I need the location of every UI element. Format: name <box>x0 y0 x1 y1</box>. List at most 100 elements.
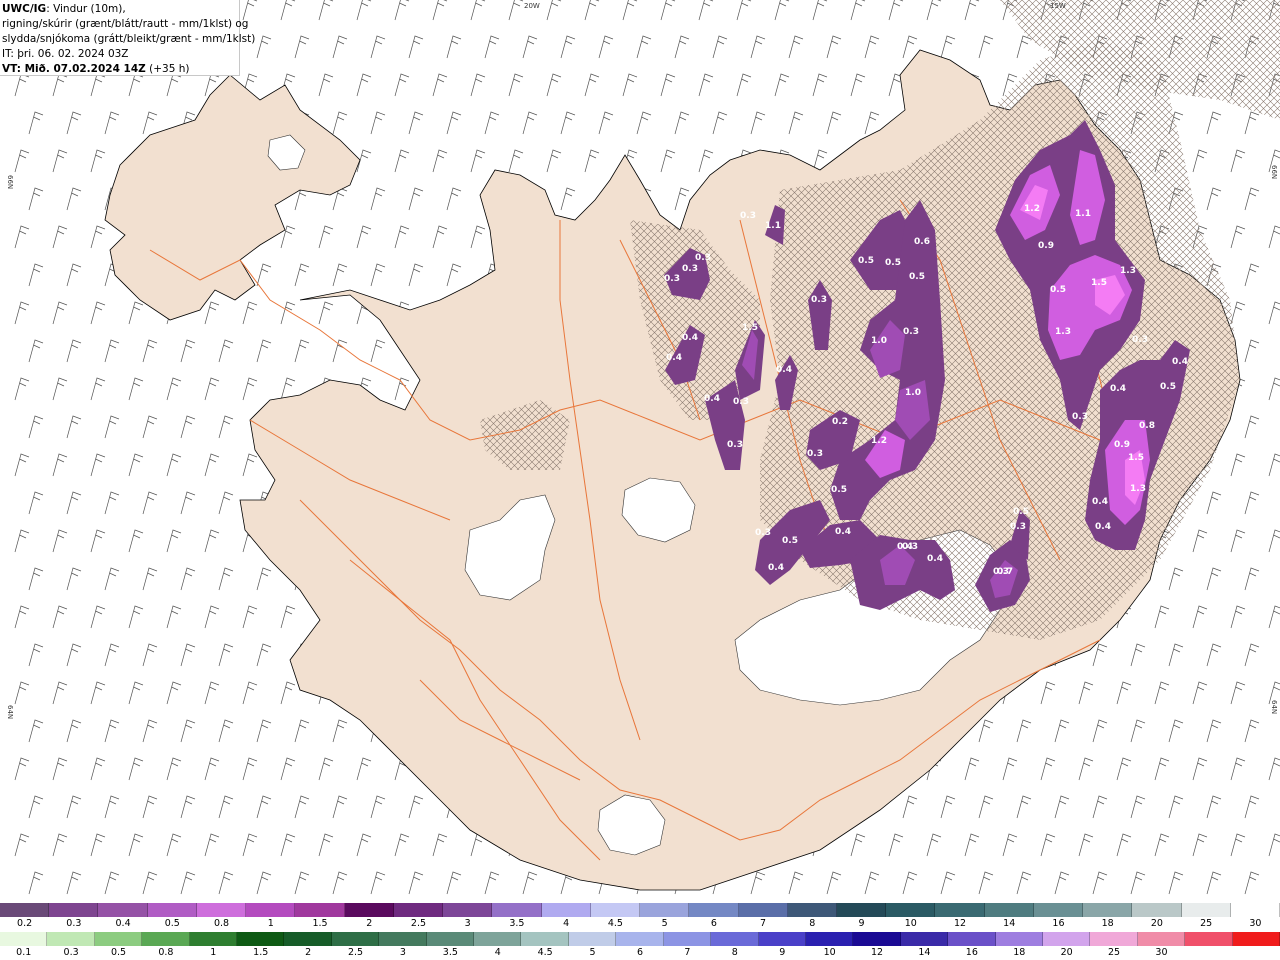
precip-value-label: 0.5 <box>1050 285 1066 295</box>
precip-value-label: 0.5 <box>885 258 901 268</box>
precip-value-label: 0.3 <box>903 327 919 337</box>
rain-legend-label: 7 <box>684 947 691 958</box>
rain-legend-label: 12 <box>870 947 884 958</box>
precip-value-label: 0.3 <box>695 253 711 263</box>
rain-legend-label: 0.3 <box>63 947 79 958</box>
rain-legend-label: 0.1 <box>16 947 32 958</box>
snow-legend-label: 16 <box>1052 918 1065 929</box>
precip-value-label: 0.3 <box>811 295 827 305</box>
snow-legend-label: 3.5 <box>509 918 525 929</box>
snow-legend-label: 7 <box>760 918 767 929</box>
grid-label-64n-left: 64N <box>6 705 14 719</box>
rain-legend-label: 0.5 <box>110 947 127 958</box>
precip-value-label: 0.3 <box>727 440 743 450</box>
rain-legend-label: 0.8 <box>158 947 174 958</box>
precip-value-label: 0.9 <box>1038 241 1054 251</box>
precip-value-label: 0.4 <box>682 333 698 343</box>
rain-legend-swatch <box>521 932 569 946</box>
precip-value-label: 0.3 <box>902 542 918 552</box>
precip-value-label: 0.4 <box>768 563 784 573</box>
snow-legend-swatch <box>935 903 985 917</box>
rain-legend-swatch <box>94 932 143 946</box>
precip-value-label: 1.0 <box>871 336 887 346</box>
snow-legend-label: 0.4 <box>115 918 131 929</box>
title-rest: : Vindur (10m), <box>46 3 126 15</box>
snow-legend-swatch <box>492 903 542 917</box>
snow-legend-label: 9 <box>858 918 865 929</box>
precip-value-label: 0.3 <box>1072 412 1088 422</box>
snow-legend-label: 1 <box>267 918 274 929</box>
precip-value-label: 0.3 <box>1010 522 1026 532</box>
rain-legend-label: 3 <box>399 947 406 958</box>
snow-legend-label: 20 <box>1150 918 1163 929</box>
rain-legend-label: 30 <box>1155 947 1168 958</box>
precip-value-label: 0.2 <box>832 417 848 427</box>
snow-legend-label: 14 <box>1003 918 1016 929</box>
snow-legend-label: 10 <box>904 918 917 929</box>
weather-map: 0.30.30.30.30.40.40.4 0.30.31.10.41.50.30… <box>0 0 1280 902</box>
grid-label-66n-right: 66N <box>1270 165 1278 179</box>
snow-legend-label: 2.5 <box>410 918 427 929</box>
precip-value-label: 0.6 <box>914 237 930 247</box>
precip-value-label: 0.3 <box>664 274 680 284</box>
snow-legend-label: 0.2 <box>17 918 33 929</box>
rain-legend-swatch <box>426 932 475 946</box>
precip-value-label: 0.4 <box>1095 522 1111 532</box>
snow-legend-swatch <box>1230 903 1280 917</box>
precip-value-label: 1.5 <box>1091 278 1107 288</box>
precip-value-label: 1.2 <box>1024 204 1040 214</box>
snow-legend-label: 12 <box>953 918 967 929</box>
precip-value-label: 0.3 <box>740 211 756 221</box>
snow-legend-swatch <box>98 903 148 917</box>
rain-legend-swatch <box>379 932 427 946</box>
precip-value-label: 0.9 <box>1114 440 1130 450</box>
rain-legend-label: 1.5 <box>253 947 269 958</box>
precip-value-label: 1.1 <box>765 221 781 231</box>
snow-legend-label: 5 <box>661 918 668 929</box>
snow-legend-swatch <box>0 903 50 917</box>
info-line-rain: rigning/skúrir (grænt/blátt/rautt - mm/1… <box>2 18 249 30</box>
precip-value-label: 0.4 <box>1172 357 1188 367</box>
precip-value-label: 1.0 <box>905 388 921 398</box>
precip-value-label: 0.4 <box>666 353 682 363</box>
snow-legend-label: 0.3 <box>66 918 82 929</box>
precip-value-label: 1.5 <box>742 323 758 333</box>
precip-value-label: 0.3 <box>682 264 698 274</box>
rain-legend-label: 6 <box>636 947 644 958</box>
precip-value-label: 0.7 <box>997 567 1013 577</box>
rain-legend-label: 10 <box>823 947 836 958</box>
rain-legend-swatch <box>1232 932 1280 946</box>
rain-legend-label: 3.5 <box>442 947 458 958</box>
precip-value-label: 0.5 <box>831 485 847 495</box>
rain-legend-swatch <box>568 932 617 946</box>
precip-value-label: 0.4 <box>704 394 720 404</box>
snow-legend-swatch <box>738 903 788 917</box>
snow-legend-label: 0.8 <box>213 918 230 929</box>
rain-legend-swatch <box>853 932 901 946</box>
grid-label-15w: 15W <box>1050 2 1066 10</box>
model-name: UWC/IG <box>2 3 47 15</box>
snow-legend-swatch <box>147 903 197 917</box>
snow-legend-colorbar <box>0 903 1280 917</box>
rain-legend-label: 20 <box>1060 947 1073 958</box>
snow-legend-label: 0.5 <box>164 918 180 929</box>
rain-legend-swatch <box>142 932 190 946</box>
snow-legend-swatch <box>1033 903 1084 917</box>
map-info-box: UWC/IG: Vindur (10m), rigning/skúrir (gr… <box>0 0 255 76</box>
snow-legend-label: 4.5 <box>607 918 623 929</box>
precip-value-label: 1.2 <box>871 436 887 446</box>
rain-legend-label: 18 <box>1013 947 1026 958</box>
valid-time: VT: Mið. 07.02.2024 14Z <box>2 63 146 75</box>
snow-legend-swatch <box>295 903 345 917</box>
precip-value-label: 1.3 <box>1130 484 1146 494</box>
rain-legend-label: 4.5 <box>537 947 553 958</box>
rain-legend-swatch <box>237 932 285 946</box>
rain-legend-label: 5 <box>589 947 596 958</box>
rain-legend-swatch <box>663 932 712 946</box>
snow-legend-swatch <box>49 903 99 917</box>
snow-legend-label: 6 <box>710 918 717 929</box>
snow-legend-swatch <box>1132 903 1182 917</box>
rain-legend-swatch <box>47 932 95 946</box>
precip-value-label: 0.4 <box>1092 497 1108 507</box>
precip-value-label: 0.3 <box>807 449 823 459</box>
